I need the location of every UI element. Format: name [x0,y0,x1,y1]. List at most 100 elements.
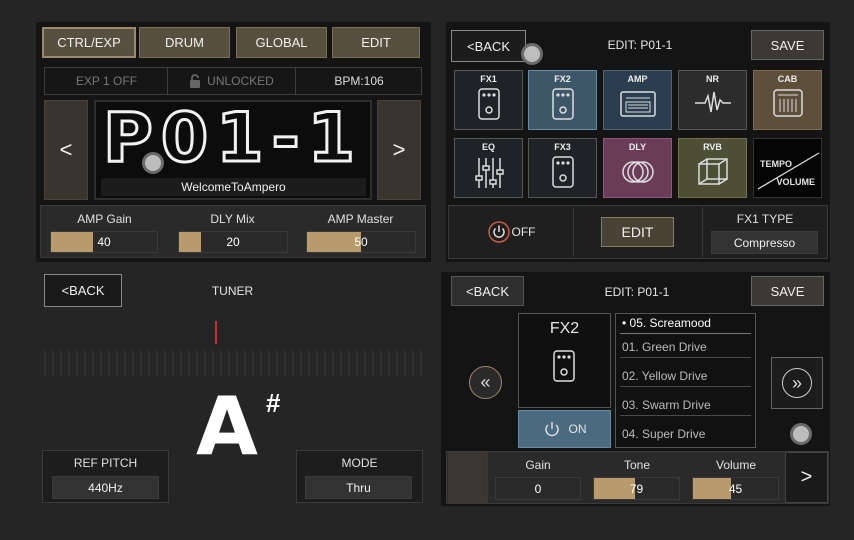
param-gain-value: 0 [534,481,542,496]
ref-pitch-label: REF PITCH [73,456,138,470]
list-item[interactable]: • 05. Screamood [620,313,751,334]
fx-on-toggle[interactable]: ON [518,410,611,448]
fx-block-label: DLY [628,142,647,152]
param-amp-master-value: 50 [354,235,368,249]
cabinet-icon [772,89,803,117]
divider [702,207,703,257]
next-page-button[interactable]: > [785,452,828,503]
back-button[interactable]: <BACK [451,30,526,62]
tab-drum[interactable]: DRUM [139,27,230,58]
exp-status[interactable]: EXP 1 OFF [46,67,168,95]
list-item[interactable]: 02. Yellow Drive [620,366,751,387]
touch-indicator [521,43,543,65]
touch-indicator [790,423,812,445]
tuner-scale [44,350,422,376]
fx-block-label: FX3 [554,142,571,152]
save-button[interactable]: SAVE [751,30,824,60]
unlock-icon [190,74,201,88]
fx-edit-button[interactable]: EDIT [601,217,674,247]
param-amp-master-label: AMP Master [327,212,394,226]
param-dly-mix-label: DLY Mix [210,212,255,226]
tab-edit[interactable]: EDIT [332,27,420,58]
param-gain-slider[interactable]: 0 [495,477,581,500]
fx-block-label: CAB [777,74,798,84]
lock-status[interactable]: UNLOCKED [168,67,296,95]
pedal-icon [553,350,575,387]
back-button[interactable]: <BACK [451,276,524,306]
fx-block-cab[interactable]: CAB [753,70,822,130]
power-icon [487,221,510,243]
param-amp-master-slider[interactable]: 50 [306,231,416,253]
fx-toggle-button[interactable]: OFF [450,207,574,257]
fx-type-label: FX1 TYPE [736,212,794,226]
pedal-icon [551,88,574,120]
double-chevron-right-icon: » [782,368,812,398]
param-volume-value: 45 [728,481,743,496]
tuner-needle [215,321,217,344]
edit-title: EDIT: P01-1 [607,38,673,52]
fx-toggle-label: OFF [511,225,536,239]
tuner-accidental: # [266,388,281,418]
lock-label: UNLOCKED [207,74,274,88]
save-button[interactable]: SAVE [751,276,824,306]
ref-pitch-select[interactable]: 440Hz [52,476,159,499]
prev-preset-button[interactable]: < [44,100,88,200]
prev-page-button[interactable] [448,452,488,503]
fx-block-label: AMP [627,74,648,84]
fx-card-name: FX2 [549,320,580,337]
touch-indicator [142,152,164,174]
mode-select[interactable]: Thru [305,476,412,499]
next-fx-button[interactable]: » [771,357,823,409]
tab-global[interactable]: GLOBAL [236,27,327,58]
list-item[interactable]: 01. Green Drive [620,337,751,358]
prev-fx-button[interactable]: « [469,366,502,399]
waveform-icon [694,91,731,113]
param-volume-label: Volume [715,458,757,472]
fx-block-eq[interactable]: EQ [454,138,523,198]
tuner-back-button[interactable]: <BACK [44,274,122,307]
power-icon [544,422,559,437]
next-preset-button[interactable]: > [377,100,421,200]
delay-icon [621,161,654,183]
fx-block-amp[interactable]: AMP [603,70,672,130]
param-dly-mix-slider[interactable]: 20 [178,231,288,253]
tab-ctrl-exp[interactable]: CTRL/EXP [42,27,136,58]
fx-block-label: FX1 [480,74,497,84]
param-amp-gain-label: AMP Gain [77,212,132,226]
bpm-display[interactable]: BPM:106 [296,67,422,95]
fx-block-fx3[interactable]: FX3 [528,138,597,198]
list-item[interactable]: 03. Swarm Drive [620,395,751,416]
pedal-icon [477,88,500,120]
param-volume-slider[interactable]: 45 [692,477,779,500]
param-gain-label: Gain [525,458,551,472]
mode-label: MODE [341,456,378,470]
eq-icon [474,158,504,188]
edit-title: EDIT: P01-1 [604,285,670,299]
fx-block-label: NR [706,74,719,84]
fx-block-rvb[interactable]: RVB [678,138,747,198]
preset-number: P01-1 [101,97,363,179]
pedal-icon [551,156,574,188]
fx-on-label: ON [568,422,587,436]
diagonal-divider [757,152,820,190]
param-dly-mix-value: 20 [226,235,240,249]
reverb-cube-icon [697,158,728,185]
volume-label: VOLUME [776,177,815,187]
fx-type-select[interactable]: Compresso [711,231,818,254]
tuner-title: TUNER [211,284,254,298]
fx-block-fx2[interactable]: FX2 [528,70,597,130]
param-tone-slider[interactable]: 79 [593,477,680,500]
param-amp-gain-value: 40 [97,235,111,249]
list-item[interactable]: 04. Super Drive [620,424,751,444]
tuner-note: A [196,380,258,473]
tempo-volume-button[interactable]: TEMPO VOLUME [753,138,822,198]
double-chevron-left-icon: « [480,372,491,392]
fx-block-label: FX2 [554,74,571,84]
tempo-label: TEMPO [760,159,793,169]
param-tone-value: 79 [629,481,644,496]
fx-block-fx1[interactable]: FX1 [454,70,523,130]
amp-icon [619,91,656,117]
fx-block-nr[interactable]: NR [678,70,747,130]
fx-block-dly[interactable]: DLY [603,138,672,198]
param-amp-gain-slider[interactable]: 40 [50,231,158,253]
